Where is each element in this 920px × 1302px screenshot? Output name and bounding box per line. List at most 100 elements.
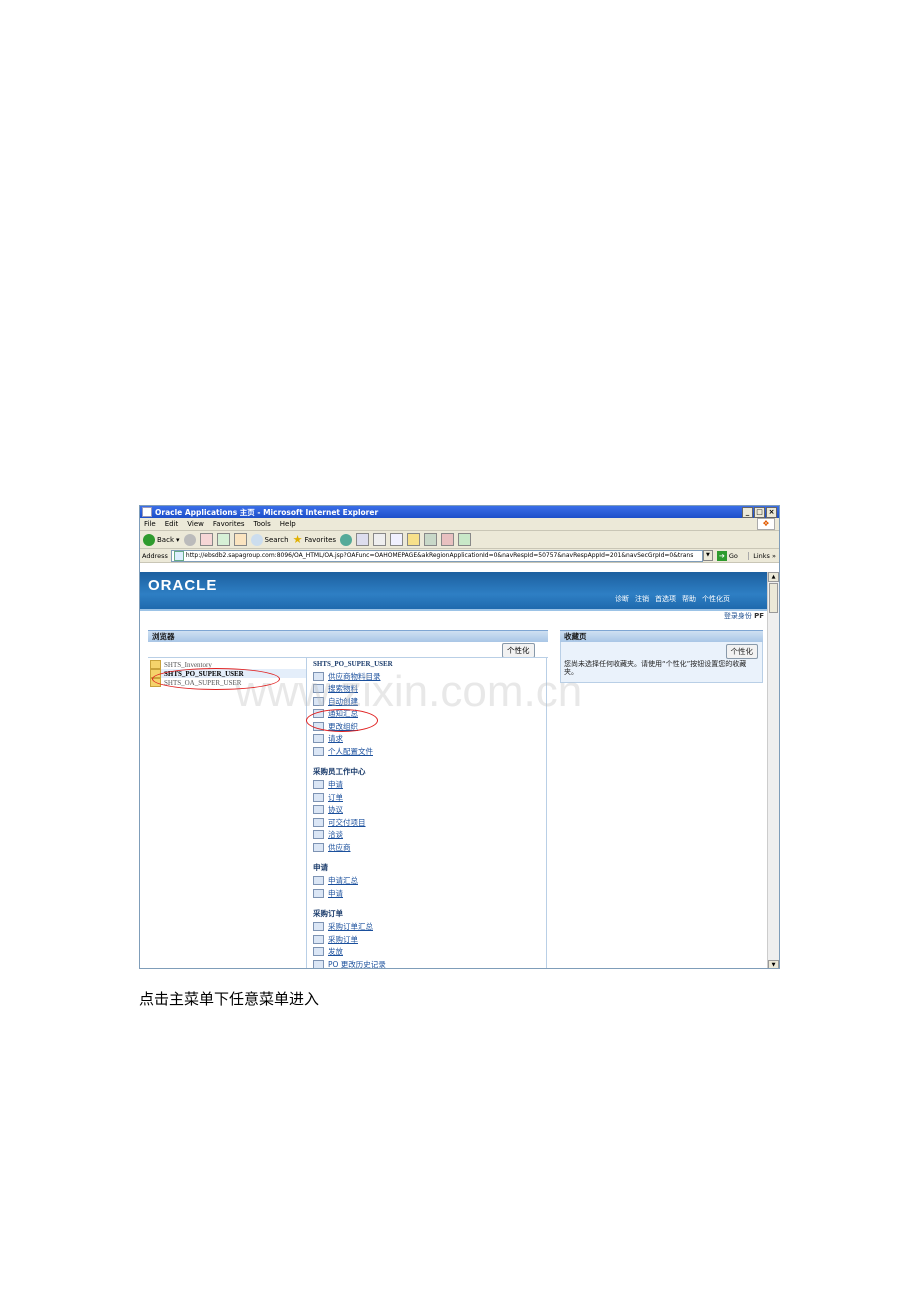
- menu-favorites[interactable]: Favorites: [213, 520, 245, 528]
- menu-link-negotiations[interactable]: 洽谈: [313, 829, 546, 842]
- navigator-personalize-button[interactable]: 个性化: [502, 643, 535, 658]
- function-icon: [313, 721, 324, 731]
- edit-icon[interactable]: [390, 533, 404, 546]
- scroll-down-icon[interactable]: ▼: [768, 960, 779, 968]
- page-icon: [313, 780, 324, 790]
- menu-link-profile[interactable]: 个人配置文件: [313, 745, 546, 758]
- function-icon: [313, 734, 324, 744]
- address-input[interactable]: http://ebsdb2.sapagroup.com:8096/OA_HTML…: [170, 549, 703, 562]
- windows-logo-icon: ❖: [757, 518, 775, 530]
- close-button[interactable]: ×: [766, 506, 777, 518]
- menu-link-autocreate[interactable]: 自动创建: [313, 695, 546, 708]
- function-icon: [313, 876, 324, 886]
- tree-item-label: SHTS_OA_SUPER_USER: [164, 678, 242, 687]
- navigator-title: 浏览器: [148, 630, 548, 642]
- favorites-button[interactable]: ★ Favorites: [293, 533, 337, 546]
- menu-view[interactable]: View: [187, 520, 204, 528]
- menu-link-agreements[interactable]: 协议: [313, 804, 546, 817]
- menu-link-label: 采购订单汇总: [328, 922, 373, 932]
- navigator-body: SHTS_Inventory SHTS_PO_SUPER_USER SHTS_O…: [148, 657, 548, 968]
- home-icon[interactable]: [233, 533, 247, 546]
- page-icon: [313, 817, 324, 827]
- menu-link-requisition[interactable]: 申请: [313, 887, 546, 900]
- vertical-scrollbar[interactable]: ▲ ▼: [767, 572, 779, 968]
- menu-link-requests[interactable]: 请求: [313, 733, 546, 746]
- search-label: Search: [264, 535, 289, 544]
- forward-arrow-icon[interactable]: [183, 533, 196, 546]
- mail-icon[interactable]: [356, 533, 370, 546]
- menu-link-deliverables[interactable]: 可交付项目: [313, 816, 546, 829]
- menu-link-label: 采购订单: [328, 934, 358, 944]
- favorites-label: Favorites: [304, 535, 337, 544]
- menu-link-po-summary[interactable]: 采购订单汇总: [313, 921, 546, 934]
- maximize-button[interactable]: □: [754, 506, 765, 518]
- menu-link-label: 申请: [328, 888, 343, 898]
- scroll-up-icon[interactable]: ▲: [768, 572, 779, 582]
- ie-icon: [142, 507, 152, 517]
- link-logout[interactable]: 注销: [635, 594, 649, 604]
- minimize-button[interactable]: _: [742, 506, 753, 518]
- back-button[interactable]: Back ▾: [143, 533, 180, 546]
- toolbar: Back ▾ Search ★ Favorites: [140, 531, 779, 549]
- address-dropdown[interactable]: ▼: [702, 550, 713, 561]
- menubar: File Edit View Favorites Tools Help ❖: [140, 518, 779, 531]
- folder-icon[interactable]: [407, 533, 421, 546]
- menu-section-title: 申请: [313, 862, 328, 872]
- menu-link-requisitions[interactable]: 申请: [313, 779, 546, 792]
- messenger-icon[interactable]: [424, 533, 438, 546]
- favorites-personalize-button[interactable]: 个性化: [725, 644, 758, 659]
- link-preferences[interactable]: 首选项: [655, 594, 676, 604]
- research-icon[interactable]: [441, 533, 455, 546]
- menu-help[interactable]: Help: [280, 520, 296, 528]
- menu-link-label: 可交付项目: [328, 817, 366, 827]
- star-icon: ★: [292, 533, 303, 546]
- function-icon: [313, 947, 324, 957]
- menu-link-supplier-catalog[interactable]: 供应商物料目录: [313, 670, 546, 683]
- menu-link-label: 供应商: [328, 842, 351, 852]
- stop-icon[interactable]: [199, 533, 213, 546]
- menu-link-label: 请求: [328, 734, 343, 744]
- go-arrow-icon: ➔: [716, 550, 727, 561]
- menu-link-po-change-history[interactable]: PO 更改历史记录: [313, 958, 546, 968]
- function-icon: [313, 746, 324, 756]
- favorites-message: 您尚未选择任何收藏夹。请使用“个性化”按钮设置您的收藏夹。: [564, 660, 747, 676]
- links-button[interactable]: Links »: [748, 551, 779, 560]
- tree-item-oa-super-user[interactable]: SHTS_OA_SUPER_USER: [150, 678, 306, 687]
- link-diagnostics[interactable]: 诊断: [615, 594, 629, 604]
- print-icon[interactable]: [373, 533, 387, 546]
- menu-section-title: 采购员工作中心: [313, 766, 366, 776]
- back-arrow-icon: [143, 533, 155, 546]
- tools-icon[interactable]: [458, 533, 472, 546]
- link-personalize-page[interactable]: 个性化页: [702, 594, 730, 604]
- menu-link-change-org[interactable]: 更改组织: [313, 720, 546, 733]
- menu-file[interactable]: File: [144, 520, 156, 528]
- page-icon: [313, 805, 324, 815]
- menu-edit[interactable]: Edit: [165, 520, 179, 528]
- menu-link-search-items[interactable]: 搜索物料: [313, 683, 546, 696]
- menu-link-label: 发放: [328, 947, 343, 957]
- menu-section-title: 采购订单: [313, 908, 343, 918]
- go-button[interactable]: ➔ Go: [716, 550, 738, 561]
- menu-link-po[interactable]: 采购订单: [313, 933, 546, 946]
- menu-link-notifications[interactable]: 通知汇总: [313, 708, 546, 721]
- page-viewport: ORACLE 诊断 注销 首选项 帮助 个性化页 登录身份 PF 浏览器 个性化: [140, 572, 768, 968]
- login-line: 登录身份 PF: [140, 609, 768, 622]
- refresh-icon[interactable]: [216, 533, 230, 546]
- menu-link-orders[interactable]: 订单: [313, 791, 546, 804]
- menu-link-releases[interactable]: 发放: [313, 946, 546, 959]
- page-icon: [313, 792, 324, 802]
- menu-tools[interactable]: Tools: [254, 520, 271, 528]
- function-icon: [313, 684, 324, 694]
- menu-link-label: 个人配置文件: [328, 746, 373, 756]
- history-icon[interactable]: [340, 533, 353, 546]
- menu-link-requisition-summary[interactable]: 申请汇总: [313, 875, 546, 888]
- menu-link-suppliers[interactable]: 供应商: [313, 841, 546, 854]
- tree-item-po-super-user[interactable]: SHTS_PO_SUPER_USER: [150, 669, 306, 678]
- address-bar: Address http://ebsdb2.sapagroup.com:8096…: [140, 549, 779, 563]
- folder-icon: [150, 669, 161, 678]
- menu-link-label: 搜索物料: [328, 684, 358, 694]
- search-button[interactable]: Search: [250, 533, 289, 546]
- scroll-thumb[interactable]: [769, 583, 778, 613]
- link-help[interactable]: 帮助: [682, 594, 696, 604]
- tree-item-inventory[interactable]: SHTS_Inventory: [150, 660, 306, 669]
